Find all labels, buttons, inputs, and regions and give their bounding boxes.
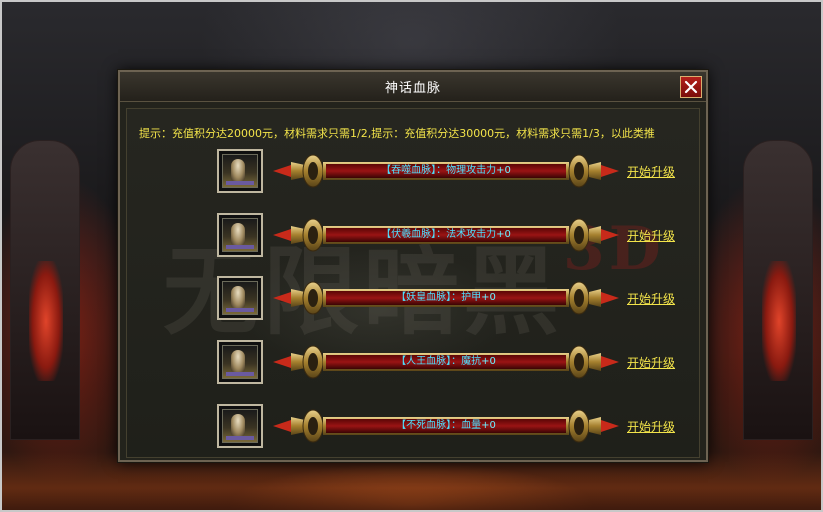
bloodline-bar: 【妖皇血脉】：护甲+0 [271, 278, 621, 318]
spearhead-icon [273, 356, 291, 368]
bloodline-bar: 【吞噬血脉】：物理攻击力+0 [271, 151, 621, 191]
bloodline-bar: 【不死血脉】：血量+0 [271, 406, 621, 446]
bloodline-bar: 【人王血脉】：魔抗+0 [271, 342, 621, 382]
bloodline-dialog: 神话血脉 无限暗黑3D 提示：充值积分达20000元，材料需求只需1/2,提示：… [118, 70, 708, 462]
bloodline-value: +0 [481, 420, 496, 431]
bloodline-card-icon[interactable] [217, 340, 263, 384]
separator: ： [436, 229, 447, 240]
start-upgrade-link[interactable]: 开始升级 [627, 354, 675, 371]
bloodline-value: +0 [496, 165, 511, 176]
bloodline-attribute: 护甲 [461, 292, 482, 303]
left-pillar-decoration [10, 140, 80, 440]
spearhead-icon [601, 356, 619, 368]
spearhead-icon [601, 229, 619, 241]
bloodline-row: 【不死血脉】：血量+0 开始升级 [217, 402, 707, 448]
bloodline-name: 【伏羲血脉】 [381, 229, 437, 240]
bloodline-stat-text: 【伏羲血脉】：法术攻击力+0 [371, 227, 521, 243]
bloodline-value: +0 [496, 229, 511, 240]
bloodline-name: 【吞噬血脉】 [381, 165, 437, 176]
bloodline-stat-text: 【吞噬血脉】：物理攻击力+0 [371, 163, 521, 179]
bloodline-attribute: 物理攻击力 [446, 165, 497, 176]
bloodline-name: 【妖皇血脉】 [396, 292, 452, 303]
bloodline-attribute: 魔抗 [461, 356, 482, 367]
spearhead-icon [273, 165, 291, 177]
separator: ： [451, 356, 462, 367]
spearhead-icon [601, 165, 619, 177]
bloodline-card-icon[interactable] [217, 149, 263, 193]
bloodline-attribute: 法术攻击力 [446, 229, 497, 240]
dialog-title: 神话血脉 [384, 81, 441, 96]
bloodline-name: 【不死血脉】 [396, 420, 452, 431]
bloodline-stat-text: 【人王血脉】：魔抗+0 [371, 354, 521, 370]
dialog-titlebar: 神话血脉 [120, 72, 706, 102]
spearhead-icon [273, 292, 291, 304]
bloodline-attribute: 血量 [461, 420, 482, 431]
dialog-content: 无限暗黑3D 提示：充值积分达20000元，材料需求只需1/2,提示：充值积分达… [126, 108, 700, 458]
bloodline-card-icon[interactable] [217, 213, 263, 257]
separator: ： [436, 165, 447, 176]
bloodline-stat-text: 【妖皇血脉】：护甲+0 [371, 290, 521, 306]
spearhead-icon [273, 420, 291, 432]
bloodline-value: +0 [481, 292, 496, 303]
bloodline-row: 【人王血脉】：魔抗+0 开始升级 [217, 338, 707, 384]
start-upgrade-link[interactable]: 开始升级 [627, 163, 675, 180]
bloodline-row: 【吞噬血脉】：物理攻击力+0 开始升级 [217, 147, 707, 193]
bloodline-name: 【人王血脉】 [396, 356, 452, 367]
spearhead-icon [601, 292, 619, 304]
start-upgrade-link[interactable]: 开始升级 [627, 290, 675, 307]
bloodline-value: +0 [481, 356, 496, 367]
bloodline-row: 【伏羲血脉】：法术攻击力+0 开始升级 [217, 211, 707, 257]
close-x-icon [684, 80, 698, 94]
separator: ： [451, 420, 462, 431]
start-upgrade-link[interactable]: 开始升级 [627, 227, 675, 244]
spearhead-icon [601, 420, 619, 432]
start-upgrade-link[interactable]: 开始升级 [627, 418, 675, 435]
bloodline-row: 【妖皇血脉】：护甲+0 开始升级 [217, 274, 707, 320]
bloodline-card-icon[interactable] [217, 404, 263, 448]
recharge-hint: 提示：充值积分达20000元，材料需求只需1/2,提示：充值积分达30000元，… [139, 127, 655, 140]
bloodline-card-icon[interactable] [217, 276, 263, 320]
right-pillar-decoration [743, 140, 813, 440]
bloodline-stat-text: 【不死血脉】：血量+0 [371, 418, 521, 434]
bloodline-bar: 【伏羲血脉】：法术攻击力+0 [271, 215, 621, 255]
close-button[interactable] [680, 76, 702, 98]
separator: ： [451, 292, 462, 303]
spearhead-icon [273, 229, 291, 241]
